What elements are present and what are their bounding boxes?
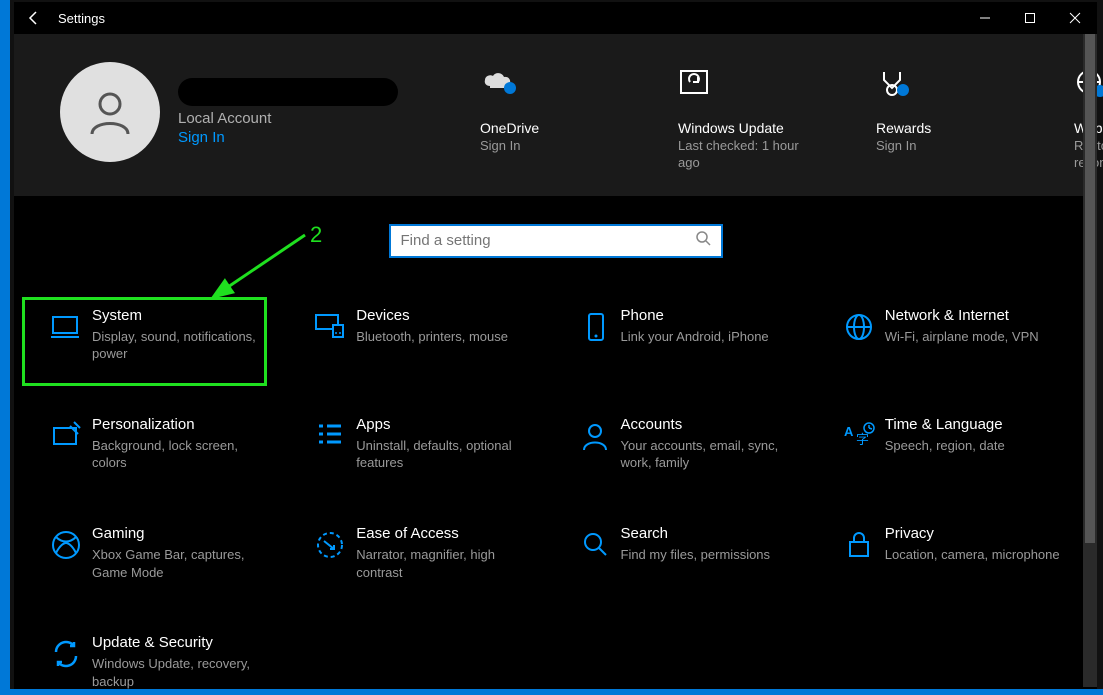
tile-sub: Speech, region, date xyxy=(885,437,1005,455)
tile-devices[interactable]: Devices Bluetooth, printers, mouse xyxy=(296,303,550,367)
user-block: Local Account Sign In xyxy=(60,62,440,162)
status-title: Windows Update xyxy=(678,120,808,136)
network-icon xyxy=(833,307,885,363)
tile-sub: Display, sound, notifications, power xyxy=(92,328,272,363)
tile-apps[interactable]: Apps Uninstall, defaults, optional featur… xyxy=(296,412,550,476)
gaming-icon xyxy=(40,525,92,581)
search-box[interactable] xyxy=(389,224,723,258)
tile-sub: Wi-Fi, airplane mode, VPN xyxy=(885,328,1039,346)
status-rewards[interactable]: Rewards Sign In xyxy=(876,68,1006,172)
tile-title: Search xyxy=(621,525,771,542)
system-icon xyxy=(40,307,92,363)
onedrive-icon xyxy=(480,68,610,110)
devices-icon xyxy=(304,307,356,363)
tile-sub: Windows Update, recovery, backup xyxy=(92,655,272,690)
tile-sub: Your accounts, email, sync, work, family xyxy=(621,437,801,472)
apps-icon xyxy=(304,416,356,472)
tile-personalization[interactable]: Personalization Background, lock screen, … xyxy=(32,412,286,476)
search-category-icon xyxy=(569,525,621,581)
tile-gaming[interactable]: Gaming Xbox Game Bar, captures, Game Mode xyxy=(32,521,286,585)
tile-privacy[interactable]: Privacy Location, camera, microphone xyxy=(825,521,1079,585)
status-sub: Sign In xyxy=(480,138,610,155)
scrollbar[interactable] xyxy=(1083,34,1097,687)
tile-title: Accounts xyxy=(621,416,801,433)
status-onedrive[interactable]: OneDrive Sign In xyxy=(480,68,610,172)
tile-phone[interactable]: Phone Link your Android, iPhone xyxy=(561,303,815,367)
tile-title: Privacy xyxy=(885,525,1060,542)
tile-sub: Uninstall, defaults, optional features xyxy=(356,437,536,472)
svg-text:A: A xyxy=(844,424,854,439)
phone-icon xyxy=(569,307,621,363)
svg-text:字: 字 xyxy=(856,432,869,447)
tile-ease-of-access[interactable]: Ease of Access Narrator, magnifier, high … xyxy=(296,521,550,585)
status-sub: Last checked: 1 hour ago xyxy=(678,138,808,172)
user-name-redacted xyxy=(178,78,398,106)
tile-title: Devices xyxy=(356,307,508,324)
titlebar: Settings xyxy=(14,2,1097,34)
tile-title: Ease of Access xyxy=(356,525,536,542)
status-sub: Sign In xyxy=(876,138,1006,155)
tile-title: Network & Internet xyxy=(885,307,1039,324)
personalization-icon xyxy=(40,416,92,472)
tile-network[interactable]: Network & Internet Wi-Fi, airplane mode, … xyxy=(825,303,1079,367)
header-strip: Local Account Sign In OneDrive Sign In W… xyxy=(14,34,1097,196)
tile-sub: Find my files, permissions xyxy=(621,546,771,564)
settings-grid: System Display, sound, notifications, pow… xyxy=(14,258,1097,694)
tile-sub: Background, lock screen, colors xyxy=(92,437,272,472)
tile-update-security[interactable]: Update & Security Windows Update, recover… xyxy=(32,630,286,694)
tile-title: Apps xyxy=(356,416,536,433)
back-button[interactable] xyxy=(14,2,54,34)
update-security-icon xyxy=(40,634,92,690)
maximize-button[interactable] xyxy=(1007,2,1052,34)
tile-title: Personalization xyxy=(92,416,272,433)
windows-update-icon xyxy=(678,68,808,110)
tile-title: Time & Language xyxy=(885,416,1005,433)
sign-in-link[interactable]: Sign In xyxy=(178,129,398,146)
tile-title: System xyxy=(92,307,272,324)
status-title: Rewards xyxy=(876,120,1006,136)
tile-title: Update & Security xyxy=(92,634,272,651)
time-language-icon: A字 xyxy=(833,416,885,472)
search-input[interactable] xyxy=(401,232,695,249)
tile-sub: Link your Android, iPhone xyxy=(621,328,769,346)
settings-window: Settings Local Account Sign In OneDrive xyxy=(14,2,1097,687)
avatar[interactable] xyxy=(60,62,160,162)
close-button[interactable] xyxy=(1052,2,1097,34)
window-title: Settings xyxy=(58,11,105,26)
tile-sub: Location, camera, microphone xyxy=(885,546,1060,564)
privacy-icon xyxy=(833,525,885,581)
search-icon xyxy=(695,230,711,251)
tile-system[interactable]: System Display, sound, notifications, pow… xyxy=(32,303,286,367)
status-windows-update[interactable]: Windows Update Last checked: 1 hour ago xyxy=(678,68,808,172)
tile-sub: Narrator, magnifier, high contrast xyxy=(356,546,536,581)
tile-title: Gaming xyxy=(92,525,272,542)
tile-sub: Xbox Game Bar, captures, Game Mode xyxy=(92,546,272,581)
scrollbar-thumb[interactable] xyxy=(1085,34,1095,543)
minimize-button[interactable] xyxy=(962,2,1007,34)
tile-time-language[interactable]: A字 Time & Language Speech, region, date xyxy=(825,412,1079,476)
rewards-icon xyxy=(876,68,1006,110)
tile-search[interactable]: Search Find my files, permissions xyxy=(561,521,815,585)
account-type-label: Local Account xyxy=(178,110,398,127)
tile-sub: Bluetooth, printers, mouse xyxy=(356,328,508,346)
status-title: OneDrive xyxy=(480,120,610,136)
content-area: System Display, sound, notifications, pow… xyxy=(14,196,1097,694)
tile-title: Phone xyxy=(621,307,769,324)
tile-accounts[interactable]: Accounts Your accounts, email, sync, work… xyxy=(561,412,815,476)
accounts-icon xyxy=(569,416,621,472)
ease-of-access-icon xyxy=(304,525,356,581)
